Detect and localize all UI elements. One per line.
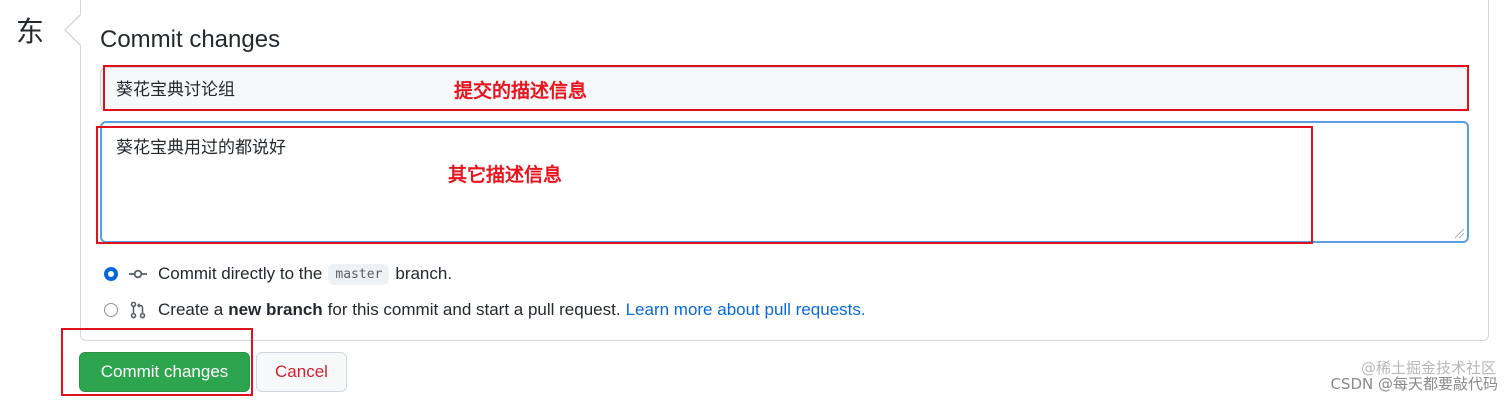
option-direct-text-before: Commit directly to the <box>158 264 323 283</box>
option-new-bold: new branch <box>228 300 323 319</box>
annotation-box-summary <box>103 65 1469 111</box>
annotation-box-description <box>96 126 1313 244</box>
cancel-button[interactable]: Cancel <box>256 352 347 392</box>
resize-grip-icon[interactable] <box>1455 229 1464 238</box>
panel-title: Commit changes <box>100 26 281 53</box>
option-new-text-before: Create a <box>158 300 224 319</box>
annotation-summary-note: 提交的描述信息 <box>454 80 588 102</box>
git-pull-request-icon <box>128 300 148 320</box>
radio-commit-direct[interactable] <box>104 267 118 281</box>
radio-new-branch[interactable] <box>104 303 118 317</box>
learn-more-link[interactable]: Learn more about pull requests. <box>626 300 866 320</box>
watermark-line2: CSDN @每天都要敲代码 <box>1330 375 1498 393</box>
option-new-branch[interactable]: Create a new branch for this commit and … <box>104 298 866 322</box>
git-commit-icon <box>128 264 148 284</box>
commit-changes-button[interactable]: Commit changes <box>79 352 250 392</box>
branch-name-badge: master <box>328 263 390 285</box>
option-new-text-after: for this commit and start a pull request… <box>327 300 621 319</box>
option-commit-direct[interactable]: Commit directly to the master branch. <box>104 262 452 286</box>
annotation-description-note: 其它描述信息 <box>448 164 563 186</box>
option-direct-text-after: branch. <box>395 264 453 283</box>
panel-pointer-fill <box>66 15 81 45</box>
avatar: 东 <box>16 15 45 48</box>
